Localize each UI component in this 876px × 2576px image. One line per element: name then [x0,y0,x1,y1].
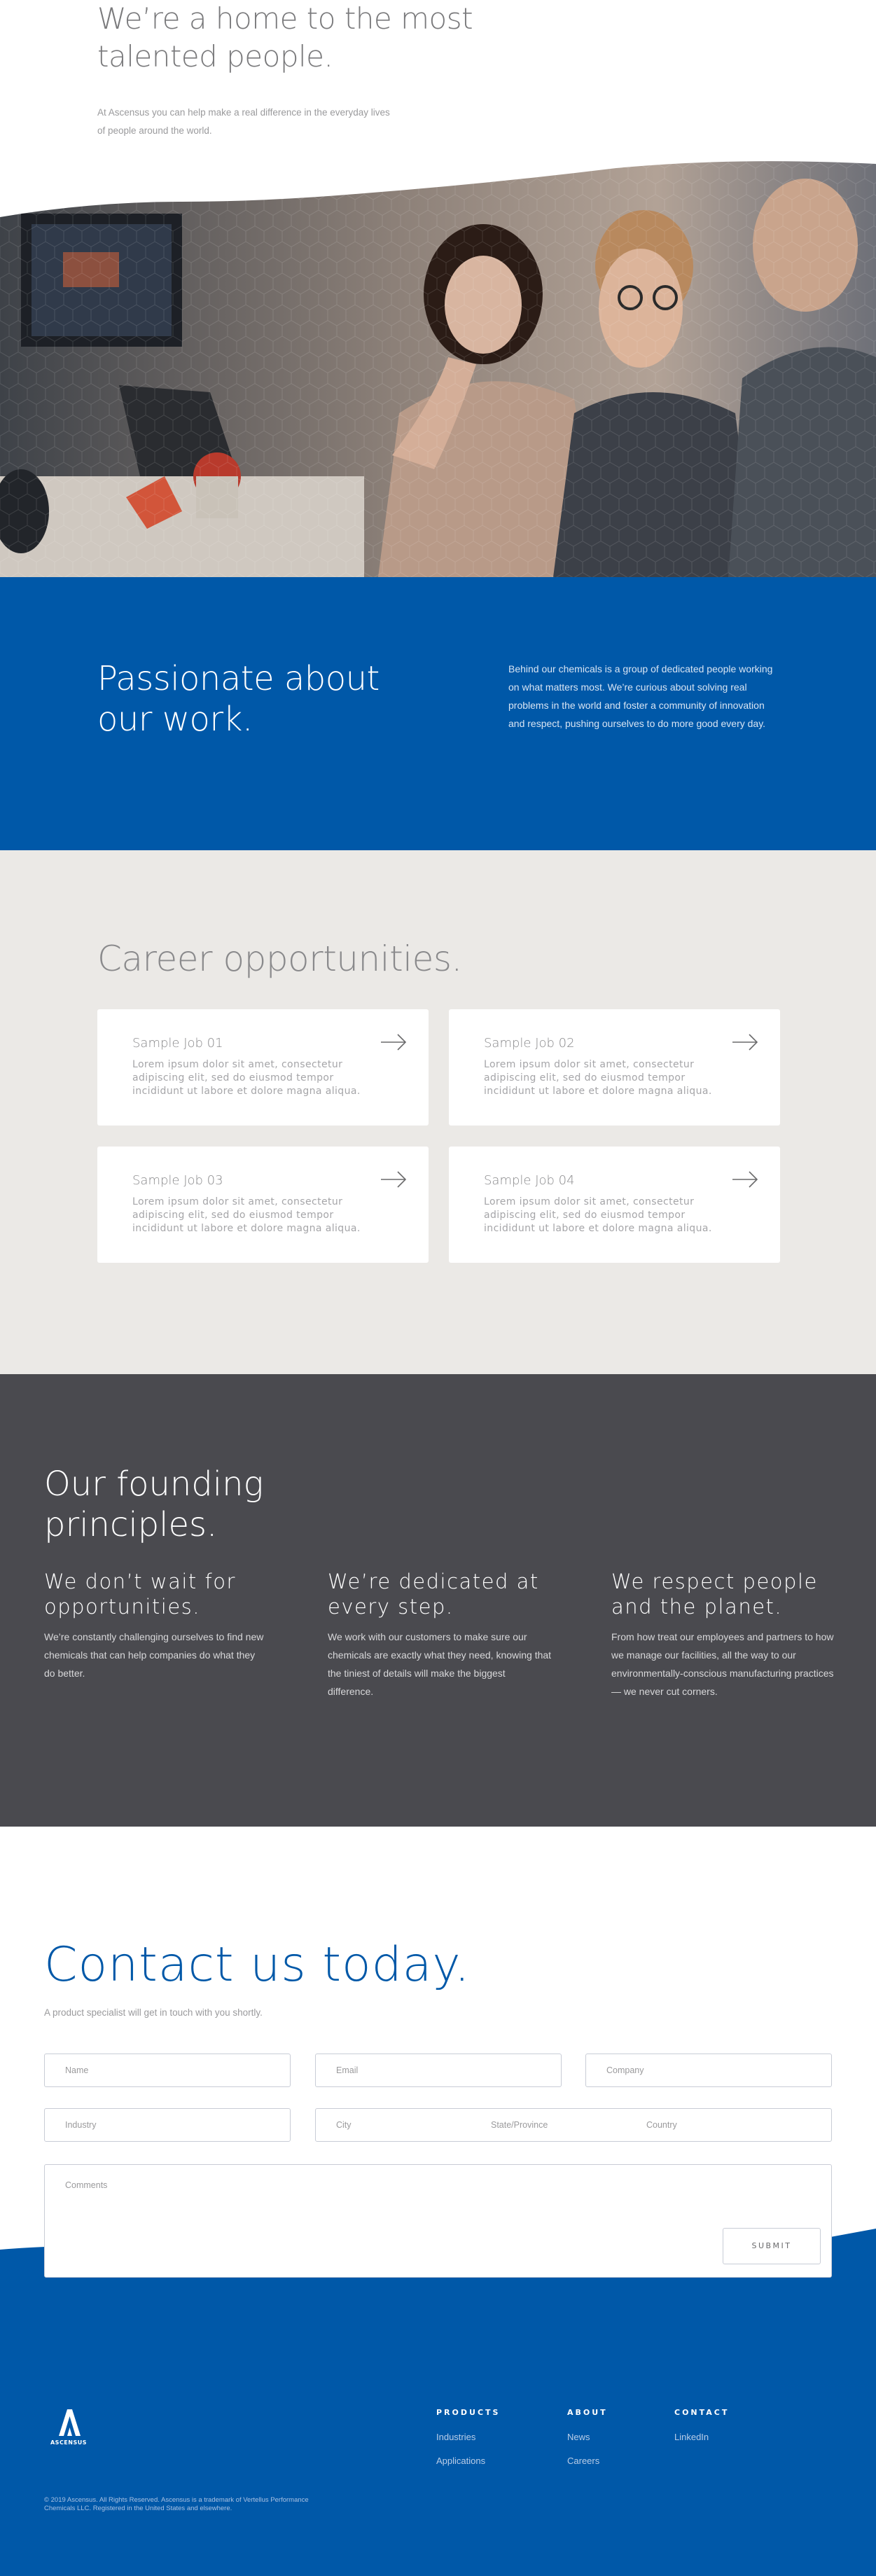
principle-title: We’re dedicated at every step. [328,1570,539,1619]
footer-link-news[interactable]: News [567,2432,608,2442]
location-field-group: City State/Province Country [315,2108,832,2142]
job-card[interactable]: Sample Job 03 Lorem ipsum dolor sit amet… [97,1147,429,1263]
job-title: Sample Job 04 [484,1173,575,1188]
comments-field[interactable]: Comments SUBMIT [44,2164,832,2278]
job-card[interactable]: Sample Job 02 Lorem ipsum dolor sit amet… [449,1009,780,1126]
job-card[interactable]: Sample Job 01 Lorem ipsum dolor sit amet… [97,1009,429,1126]
industry-field[interactable]: Industry [44,2108,291,2142]
arrow-right-icon[interactable] [380,1170,408,1189]
job-title: Sample Job 02 [484,1036,575,1051]
principle-title: We don’t wait for opportunities. [44,1570,236,1619]
principle-text: We work with our customers to make sure … [328,1631,552,1697]
copyright-text: © 2019 Ascensus. All Rights Reserved. As… [44,2496,309,2512]
footer-link-industries[interactable]: Industries [436,2432,500,2442]
contact-title: Contact us today. [44,1937,471,1993]
footer-column-contact: CONTACT LinkedIn [674,2408,729,2442]
hero-section: We’re a home to the most talented people… [0,0,876,161]
footer-link-linkedin[interactable]: LinkedIn [674,2432,729,2442]
principle-item: We’re dedicated at every step. We work w… [328,1569,559,1701]
footer-link-careers[interactable]: Careers [567,2456,608,2466]
principle-text: We’re constantly challenging ourselves t… [44,1631,264,1679]
footer [0,2227,876,2576]
job-title: Sample Job 01 [132,1036,223,1051]
arrow-right-icon[interactable] [731,1170,759,1189]
contact-subtitle: A product specialist will get in touch w… [44,2007,263,2018]
principle-text: From how treat our employees and partner… [611,1631,834,1697]
careers-section: Career opportunities. Sample Job 01 Lore… [0,850,876,1374]
principle-title: We respect people and the planet. [611,1570,818,1619]
ascensus-logo-mark: ASCENSUS [50,2409,87,2446]
footer-wave-background [0,2229,876,2576]
passion-title: Passionate about our work. [97,659,380,739]
job-description: Lorem ipsum dolor sit amet, consectetur … [484,1196,712,1234]
name-placeholder: Name [65,2065,89,2075]
footer-column-about: ABOUT News Careers [567,2408,608,2466]
principle-item: We don’t wait for opportunities. We’re c… [44,1569,275,1682]
arrow-right-icon[interactable] [380,1033,408,1051]
footer-heading: CONTACT [674,2408,730,2417]
footer-heading: ABOUT [567,2408,608,2417]
logo-text: ASCENSUS [50,2439,87,2446]
footer-heading: PRODUCTS [436,2408,501,2417]
company-field[interactable]: Company [585,2054,832,2087]
hero-text: At Ascensus you can help make a real dif… [97,107,390,136]
city-field[interactable]: City [336,2109,352,2141]
country-field[interactable]: Country [646,2109,677,2141]
principles-section: Our founding principles. We don’t wait f… [0,1374,876,1827]
industry-placeholder: Industry [65,2120,97,2130]
job-description: Lorem ipsum dolor sit amet, consectetur … [132,1196,361,1234]
comments-placeholder: Comments [65,2180,108,2190]
job-description: Lorem ipsum dolor sit amet, consectetur … [132,1059,361,1097]
footer-column-products: PRODUCTS Industries Applications [436,2408,500,2466]
careers-title: Career opportunities. [97,939,462,979]
footer-link-applications[interactable]: Applications [436,2456,500,2466]
submit-button[interactable]: SUBMIT [723,2228,821,2264]
principle-item: We respect people and the planet. From h… [611,1569,842,1701]
team-photo [0,147,876,577]
email-placeholder: Email [336,2065,359,2075]
hero-title: We’re a home to the most talented people… [97,1,473,74]
arrow-right-icon[interactable] [731,1033,759,1051]
team-photo-illustration [0,147,876,577]
job-title: Sample Job 03 [132,1173,223,1188]
job-description: Lorem ipsum dolor sit amet, consectetur … [484,1059,712,1097]
job-card[interactable]: Sample Job 04 Lorem ipsum dolor sit amet… [449,1147,780,1263]
email-field[interactable]: Email [315,2054,562,2087]
passion-section: Passionate about our work. Behind our ch… [0,577,876,850]
company-placeholder: Company [606,2065,644,2075]
name-field[interactable]: Name [44,2054,291,2087]
passion-text: Behind our chemicals is a group of dedic… [508,663,773,729]
principles-title: Our founding principles. [44,1464,264,1544]
ascensus-logo[interactable]: ASCENSUS [44,2402,93,2451]
state-field[interactable]: State/Province [491,2109,548,2141]
